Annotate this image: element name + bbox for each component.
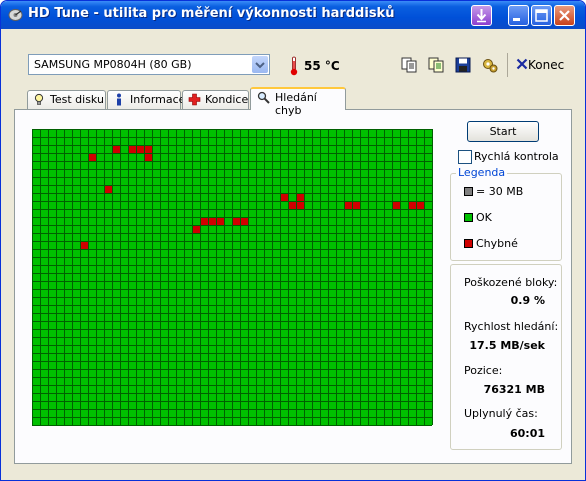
- legend-label-bad: Chybné: [476, 237, 518, 250]
- bad-block: [216, 217, 224, 225]
- bad-block: [80, 241, 88, 249]
- close-icon: [559, 10, 570, 21]
- start-button[interactable]: Start: [467, 121, 539, 142]
- tab-label: Informace: [130, 93, 186, 106]
- copy-text-icon[interactable]: [427, 56, 445, 74]
- bad-block: [144, 153, 152, 161]
- stats-group: [450, 264, 562, 450]
- tab-label: Test disku: [50, 93, 104, 106]
- scan-speed-label: Rychlost hledání:: [464, 320, 559, 333]
- tab-hledani-chyb[interactable]: Hledání chyb: [250, 87, 346, 117]
- legend-title: Legenda: [456, 166, 508, 179]
- save-icon[interactable]: [454, 56, 472, 74]
- toolbar-separator: [507, 53, 508, 77]
- legend-swatch-ok: [464, 213, 473, 222]
- thermometer-icon: [290, 56, 298, 76]
- position-value: 76321 MB: [483, 383, 545, 396]
- bad-block: [352, 201, 360, 209]
- quick-scan-checkbox[interactable]: [458, 150, 472, 164]
- maximize-button[interactable]: [531, 5, 552, 26]
- bad-block: [104, 185, 112, 193]
- bad-block: [136, 145, 144, 153]
- tab-test-disku[interactable]: Test disku: [27, 90, 106, 109]
- bad-block: [408, 201, 416, 209]
- position-label: Pozice:: [464, 364, 503, 377]
- damaged-blocks-value: 0.9 %: [510, 294, 545, 307]
- bulb-icon: [34, 93, 44, 105]
- drive-select-value: SAMSUNG MP0804H (80 GB): [34, 58, 192, 71]
- bad-block: [192, 225, 200, 233]
- bad-block: [112, 145, 120, 153]
- bad-block: [288, 201, 296, 209]
- tab-label: Kondice: [205, 93, 249, 106]
- bad-block: [128, 145, 136, 153]
- minimize-button[interactable]: [508, 5, 529, 26]
- scan-speed-value: 17.5 MB/sek: [469, 339, 545, 352]
- exit-label: Konec: [528, 58, 565, 72]
- damaged-blocks-label: Poškozené bloky:: [464, 276, 558, 289]
- tab-label: Hledání chyb: [275, 91, 317, 117]
- close-button[interactable]: [554, 5, 575, 26]
- legend-label-block: = 30 MB: [476, 185, 524, 198]
- options-icon[interactable]: [481, 56, 499, 74]
- magnifier-icon: [257, 91, 270, 104]
- legend-swatch-bad: [464, 239, 473, 248]
- tab-informace[interactable]: Informace: [107, 90, 185, 109]
- chevron-down-icon[interactable]: [252, 56, 268, 73]
- tab-kondice[interactable]: Kondice: [182, 90, 249, 109]
- hdtune-app-icon: [8, 9, 23, 21]
- drive-select[interactable]: SAMSUNG MP0804H (80 GB): [28, 54, 270, 75]
- bad-block: [200, 217, 208, 225]
- bad-block: [392, 201, 400, 209]
- bad-block: [208, 217, 216, 225]
- window-title: HD Tune - utilita pro měření výkonnosti …: [28, 6, 395, 21]
- bad-block: [296, 201, 304, 209]
- exit-x-icon: [516, 58, 528, 70]
- copy-info-icon[interactable]: [400, 56, 418, 74]
- legend-label-ok: OK: [476, 211, 492, 224]
- elapsed-time-value: 60:01: [509, 427, 545, 440]
- bad-block: [240, 217, 248, 225]
- bad-block: [88, 153, 96, 161]
- quick-scan-label: Rychlá kontrola: [474, 150, 559, 163]
- download-button[interactable]: [471, 5, 492, 26]
- bad-block: [416, 201, 424, 209]
- info-icon: [117, 93, 121, 106]
- bad-block: [296, 193, 304, 201]
- minimize-icon: [513, 18, 520, 21]
- bad-block: [344, 201, 352, 209]
- toolbar: SAMSUNG MP0804H (80 GB) 55 °C Konec: [4, 29, 582, 84]
- block-map: [32, 129, 433, 426]
- start-label: Start: [489, 125, 517, 138]
- bad-block: [144, 145, 152, 153]
- tab-strip: Test disku Informace Kondice Hledání chy…: [4, 87, 582, 117]
- cross-icon: [188, 93, 201, 106]
- bad-block: [232, 217, 240, 225]
- elapsed-time-label: Uplynulý čas:: [464, 407, 538, 420]
- title-bar[interactable]: HD Tune - utilita pro měření výkonnosti …: [1, 1, 585, 29]
- temperature-readout: 55 °C: [304, 59, 340, 73]
- hdtune-window: HD Tune - utilita pro měření výkonnosti …: [0, 0, 586, 481]
- download-icon: [476, 9, 487, 23]
- maximize-icon: [535, 9, 548, 22]
- exit-button[interactable]: Konec: [516, 58, 564, 72]
- legend-swatch-block: [464, 187, 473, 196]
- bad-block: [280, 193, 288, 201]
